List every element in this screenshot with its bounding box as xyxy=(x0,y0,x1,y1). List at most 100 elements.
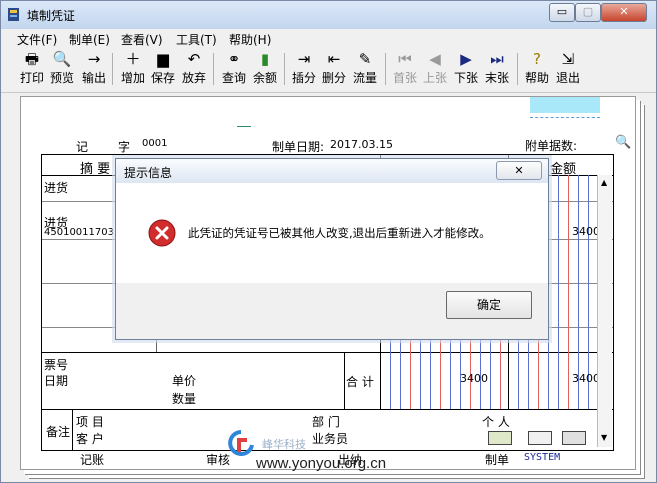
watermark-brand: 峰华科技 xyxy=(262,438,306,451)
quantity-label: 数量 xyxy=(172,392,197,406)
export-icon: → xyxy=(87,50,101,68)
floppy-icon: ▆ xyxy=(157,50,169,68)
help-icon: ? xyxy=(533,50,541,68)
exit-button[interactable]: ⇲ 退出 xyxy=(553,50,583,88)
row1-summary[interactable]: 进货 xyxy=(44,179,68,196)
unit-price-label: 单价 xyxy=(172,374,197,388)
date-row-label: 日期 xyxy=(44,374,69,388)
binoculars-icon: ⚭ xyxy=(227,50,241,68)
close-button[interactable]: ✕ xyxy=(601,3,647,22)
ok-button[interactable]: 确定 xyxy=(446,291,532,319)
menu-view[interactable]: 查看(V) xyxy=(121,31,163,48)
audit-label: 审核 xyxy=(206,453,231,467)
person-label: 个 人 xyxy=(482,415,510,429)
attachment-label: 附单据数: xyxy=(525,139,578,153)
remark-label: 备注 xyxy=(46,425,71,439)
menu-voucher[interactable]: 制单(E) xyxy=(69,31,110,48)
printer-icon: 🖶 xyxy=(24,50,40,68)
voucher-type-underline xyxy=(530,117,600,118)
toolbar-separator xyxy=(112,53,113,85)
menu-bar: 文件(F) 制单(E) 查看(V) 工具(T) 帮助(H) xyxy=(1,29,656,47)
watermark-logo xyxy=(228,430,254,460)
abandon-button[interactable]: ↶ 放弃 xyxy=(179,50,209,88)
pencil-icon: ✎ xyxy=(358,50,372,68)
prev-voucher-button[interactable]: ◀ 上张 xyxy=(420,50,450,88)
voucher-type-label: 记 xyxy=(76,140,89,154)
add-button[interactable]: ＋增加 xyxy=(118,50,148,88)
delete-row-button[interactable]: ⇤ 删分 xyxy=(319,50,349,88)
maker-name: SYSTEM xyxy=(524,452,561,463)
voucher-type-box[interactable] xyxy=(530,97,600,113)
help-button[interactable]: ? 帮助 xyxy=(522,50,552,88)
first-voucher-button[interactable]: ⏮ 首张 xyxy=(390,50,420,88)
toolbar-separator xyxy=(517,53,518,85)
minimize-icon: ▭ xyxy=(556,5,568,18)
voucher-scrollbar[interactable]: ▲ ▼ xyxy=(597,175,612,447)
maximize-button[interactable]: ▢ xyxy=(575,3,601,22)
save-button[interactable]: ▆ 保存 xyxy=(148,50,178,88)
dialog-message: 此凭证的凭证号已被其他人改变,退出后重新进入才能修改。 xyxy=(188,226,491,240)
undo-icon: ↶ xyxy=(187,50,201,68)
dialog-title: 提示信息 xyxy=(124,166,173,180)
scroll-down-icon[interactable]: ▼ xyxy=(601,433,607,442)
total-label: 合 计 xyxy=(346,375,374,389)
insert-row-icon: ⇥ xyxy=(297,50,311,68)
message-dialog: 提示信息 ✕ 此凭证的凭证号已被其他人改变,退出后重新进入才能修改。 确定 xyxy=(115,158,549,340)
dialog-body: 此凭证的凭证号已被其他人改变,退出后重新进入才能修改。 xyxy=(116,183,548,283)
next-page-icon: ▶ xyxy=(460,50,472,68)
bill-number-label: 票号 xyxy=(44,358,69,372)
error-icon xyxy=(148,219,176,247)
watermark-url: www.yonyou.org.cn xyxy=(256,455,387,472)
preview-button[interactable]: 🔍 预览 xyxy=(47,50,77,88)
calculator-icon[interactable] xyxy=(528,431,552,445)
menu-tools[interactable]: 工具(T) xyxy=(176,31,217,48)
query-button[interactable]: ⚭ 查询 xyxy=(219,50,249,88)
next-voucher-button[interactable]: ▶ 下张 xyxy=(451,50,481,88)
balance-button[interactable]: ▮ 余额 xyxy=(250,50,280,88)
exit-door-icon: ⇲ xyxy=(561,50,575,68)
date-label: 制单日期: xyxy=(272,140,325,154)
magnifier-icon[interactable]: 🔍 xyxy=(615,135,631,150)
title-bar: 填制凭证 ▭ ▢ ✕ xyxy=(1,1,656,29)
bookkeeping-label: 记账 xyxy=(80,453,105,467)
voucher-number[interactable]: 0001 xyxy=(142,138,167,149)
dialog-title-bar: 提示信息 ✕ xyxy=(116,159,548,183)
print-button[interactable]: 🖶 打印 xyxy=(17,50,47,88)
toolbar: 🖶 打印 🔍 预览 → 输出 ＋增加 ▆ 保存 ↶ 放弃 ⚭ 查询 ▮ 余额 ⇥ 插分 ⇤ 删分 … xyxy=(1,47,656,93)
zi-label: 字 xyxy=(118,140,131,154)
app-book-icon xyxy=(7,6,21,22)
prev-page-icon: ◀ xyxy=(429,50,441,68)
voucher-date[interactable]: 2017.03.15 xyxy=(330,138,393,151)
minimize-button[interactable]: ▭ xyxy=(549,3,575,22)
delete-row-icon: ⇤ xyxy=(327,50,341,68)
last-page-icon: ⏭ xyxy=(490,50,504,68)
department-label: 部 门 xyxy=(312,415,340,429)
title-mark xyxy=(237,126,251,127)
salesman-label: 业务员 xyxy=(312,432,349,446)
cash-flow-button[interactable]: ✎ 流量 xyxy=(350,50,380,88)
amount-column-header: 金额 xyxy=(550,162,577,177)
first-page-icon: ⏮ xyxy=(398,50,412,68)
total-debit-amount: 3400 xyxy=(460,372,488,385)
menu-help[interactable]: 帮助(H) xyxy=(229,31,271,48)
toolbar-separator xyxy=(213,53,214,85)
toolbar-separator xyxy=(284,53,285,85)
menu-file[interactable]: 文件(F) xyxy=(17,31,57,48)
window-title: 填制凭证 xyxy=(27,9,76,23)
insert-row-button[interactable]: ⇥ 插分 xyxy=(289,50,319,88)
detail-icon[interactable] xyxy=(562,431,586,445)
preview-icon: 🔍 xyxy=(52,50,72,68)
summary-column-header: 摘 要 xyxy=(80,162,111,177)
toolbar-separator xyxy=(385,53,386,85)
card-icon[interactable] xyxy=(488,431,512,445)
export-button[interactable]: → 输出 xyxy=(79,50,109,88)
maker-label: 制单 xyxy=(485,453,510,467)
last-voucher-button[interactable]: ⏭ 末张 xyxy=(482,50,512,88)
scroll-up-icon[interactable]: ▲ xyxy=(601,178,607,187)
row2-credit-amount[interactable]: 3400 xyxy=(572,225,600,238)
row2-code: 450100117031 xyxy=(44,227,121,238)
dialog-close-button[interactable]: ✕ xyxy=(496,161,542,180)
new-document-icon: ＋ xyxy=(125,50,141,68)
customer-label: 客 户 xyxy=(76,432,104,446)
close-icon: ✕ xyxy=(619,5,629,18)
